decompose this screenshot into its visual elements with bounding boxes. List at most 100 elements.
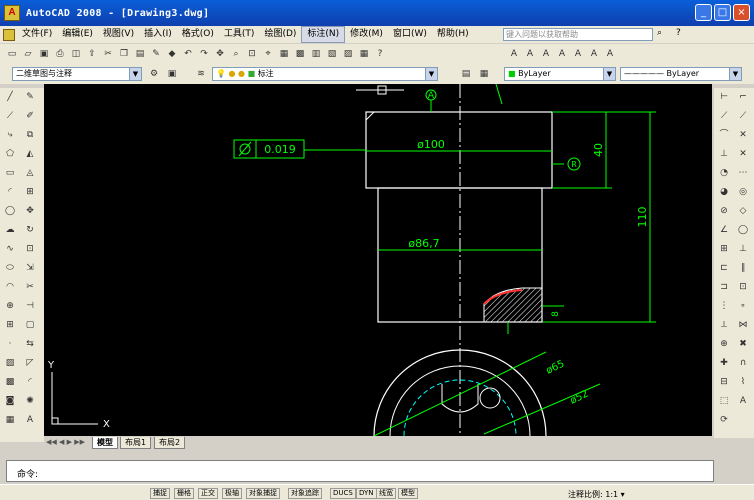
publish-icon[interactable]: ⇪ — [85, 47, 99, 61]
text-style-icon[interactable]: A — [507, 47, 521, 61]
drawing-canvas[interactable]: A 0.019 ø100 R 40 110 ø86,7 8 ø65 ø52 X … — [44, 84, 712, 436]
layer-previous-icon[interactable]: ▦ — [477, 67, 491, 81]
dim-text-edit-icon[interactable]: A — [736, 394, 750, 408]
snap-apparent-icon[interactable]: ✕ — [736, 147, 750, 161]
jogged-icon[interactable]: ◕ — [717, 185, 731, 199]
snap-perpendicular-icon[interactable]: ⊥ — [736, 242, 750, 256]
menu-view[interactable]: 视图(V) — [98, 27, 139, 42]
help-icon[interactable]: ? — [676, 28, 681, 38]
tab-model[interactable]: 模型 — [92, 437, 118, 449]
join-icon[interactable]: ⇆ — [23, 337, 37, 351]
minimize-button[interactable]: _ — [695, 4, 712, 21]
redo-icon[interactable]: ↷ — [197, 47, 211, 61]
scale-icon[interactable]: ⊡ — [23, 242, 37, 256]
snap-tangent-icon[interactable]: ◯ — [736, 223, 750, 237]
arc-icon[interactable]: ◜ — [3, 185, 17, 199]
autocad-icon[interactable]: A — [4, 5, 20, 21]
layer-select[interactable]: 💡 ● ● ■ 标注 ▼ — [212, 67, 438, 81]
pan-icon[interactable]: ✥ — [213, 47, 227, 61]
offset-icon[interactable]: ◬ — [23, 166, 37, 180]
snap-nearest-icon[interactable]: ⋈ — [736, 318, 750, 332]
polar-toggle[interactable]: 极轴 — [222, 488, 242, 499]
tolerance-icon[interactable]: ⊕ — [717, 337, 731, 351]
aligned-dim-icon[interactable]: ⟋ — [717, 109, 731, 123]
snap-toggle[interactable]: 捕捉 — [150, 488, 170, 499]
dim-edit-icon[interactable]: ⬚ — [717, 394, 731, 408]
close-button[interactable]: × — [733, 4, 750, 21]
calculator-icon[interactable]: ▦ — [357, 47, 371, 61]
zoom-previous-icon[interactable]: ⌖ — [261, 47, 275, 61]
menu-draw[interactable]: 绘图(D) — [259, 27, 301, 42]
space-icon[interactable]: ⋮ — [717, 299, 731, 313]
gradient-icon[interactable]: ▩ — [3, 375, 17, 389]
preview-icon[interactable]: ◫ — [69, 47, 83, 61]
snap-center-icon[interactable]: ◎ — [736, 185, 750, 199]
grid-toggle[interactable]: 栅格 — [174, 488, 194, 499]
snap-extension-icon[interactable]: ⋯ — [736, 166, 750, 180]
radius-icon[interactable]: ◔ — [717, 166, 731, 180]
snap-midpoint-icon[interactable]: ⟋ — [736, 109, 750, 123]
tab-nav-arrows-icon[interactable]: ◀◀ ◀ ▶ ▶▶ — [46, 438, 85, 446]
snap-insert-icon[interactable]: ⊡ — [736, 280, 750, 294]
rectangle-icon[interactable]: ▭ — [3, 166, 17, 180]
print-icon[interactable]: ⎙ — [53, 47, 67, 61]
circle-icon[interactable]: ◯ — [3, 204, 17, 218]
help-search-icon[interactable]: ⌕ — [657, 28, 662, 38]
tool-palettes-icon[interactable]: ▥ — [309, 47, 323, 61]
maximize-button[interactable]: □ — [714, 4, 731, 21]
spell-icon[interactable]: A — [571, 47, 585, 61]
jogged-linear-icon[interactable]: ⌇ — [736, 375, 750, 389]
ordinate-icon[interactable]: ⊥ — [717, 147, 731, 161]
make-current-icon[interactable]: ▤ — [459, 67, 473, 81]
scale-text-icon[interactable]: A — [587, 47, 601, 61]
osnap-toggle[interactable]: 对象捕捉 — [246, 488, 280, 499]
single-text-icon[interactable]: A — [539, 47, 553, 61]
mtext-draw-icon[interactable]: A — [23, 413, 37, 427]
command-line[interactable]: 命令: — [6, 460, 714, 482]
array-icon[interactable]: ⊞ — [23, 185, 37, 199]
center-mark-icon[interactable]: ✚ — [717, 356, 731, 370]
hatch-icon[interactable]: ▨ — [3, 356, 17, 370]
block-icon[interactable]: ◆ — [165, 47, 179, 61]
undo-icon[interactable]: ↶ — [181, 47, 195, 61]
erase-icon[interactable]: ✐ — [23, 109, 37, 123]
snap-node-icon[interactable]: ∘ — [736, 299, 750, 313]
menu-dimension[interactable]: 标注(N) — [301, 26, 346, 43]
break-icon[interactable]: ▢ — [23, 318, 37, 332]
menu-insert[interactable]: 插入(I) — [139, 27, 177, 42]
table-icon[interactable]: ▦ — [3, 413, 17, 427]
extend-icon[interactable]: ⊣ — [23, 299, 37, 313]
zoom-window-icon[interactable]: ⊡ — [245, 47, 259, 61]
spline-icon[interactable]: ∿ — [3, 242, 17, 256]
construction-line-icon[interactable]: ⟋ — [3, 109, 17, 123]
workspace-settings-icon[interactable]: ⚙ — [147, 67, 161, 81]
region-icon[interactable]: ◙ — [3, 394, 17, 408]
ducs-toggle[interactable]: DUCS — [330, 488, 356, 499]
baseline-icon[interactable]: ⊏ — [717, 261, 731, 275]
angular-icon[interactable]: ∠ — [717, 223, 731, 237]
cut-icon[interactable]: ✂ — [101, 47, 115, 61]
explode-icon[interactable]: ✺ — [23, 394, 37, 408]
layer-manager-icon[interactable]: ≋ — [194, 67, 208, 81]
workspace-save-icon[interactable]: ▣ — [165, 67, 179, 81]
mirror-icon[interactable]: ◭ — [23, 147, 37, 161]
make-block-icon[interactable]: ⊞ — [3, 318, 17, 332]
copy-object-icon[interactable]: ⧉ — [23, 128, 37, 142]
polygon-icon[interactable]: ⬠ — [3, 147, 17, 161]
snap-settings-icon[interactable]: ∩ — [736, 356, 750, 370]
snap-none-icon[interactable]: ✖ — [736, 337, 750, 351]
lineweight-toggle[interactable]: 线宽 — [376, 488, 396, 499]
match-icon[interactable]: ✎ — [149, 47, 163, 61]
fillet-icon[interactable]: ◜ — [23, 375, 37, 389]
snap-parallel-icon[interactable]: ∥ — [736, 261, 750, 275]
match-properties-icon[interactable]: ✎ — [23, 90, 37, 104]
trim-icon[interactable]: ✂ — [23, 280, 37, 294]
stretch-icon[interactable]: ⇲ — [23, 261, 37, 275]
move-icon[interactable]: ✥ — [23, 204, 37, 218]
otrack-toggle[interactable]: 对象追踪 — [288, 488, 322, 499]
mtext-icon[interactable]: A — [523, 47, 537, 61]
tab-layout2[interactable]: 布局2 — [154, 437, 186, 449]
copy-icon[interactable]: ❐ — [117, 47, 131, 61]
menu-format[interactable]: 格式(O) — [177, 27, 219, 42]
help-search-input[interactable]: 键入问题以获取帮助 — [503, 28, 653, 41]
